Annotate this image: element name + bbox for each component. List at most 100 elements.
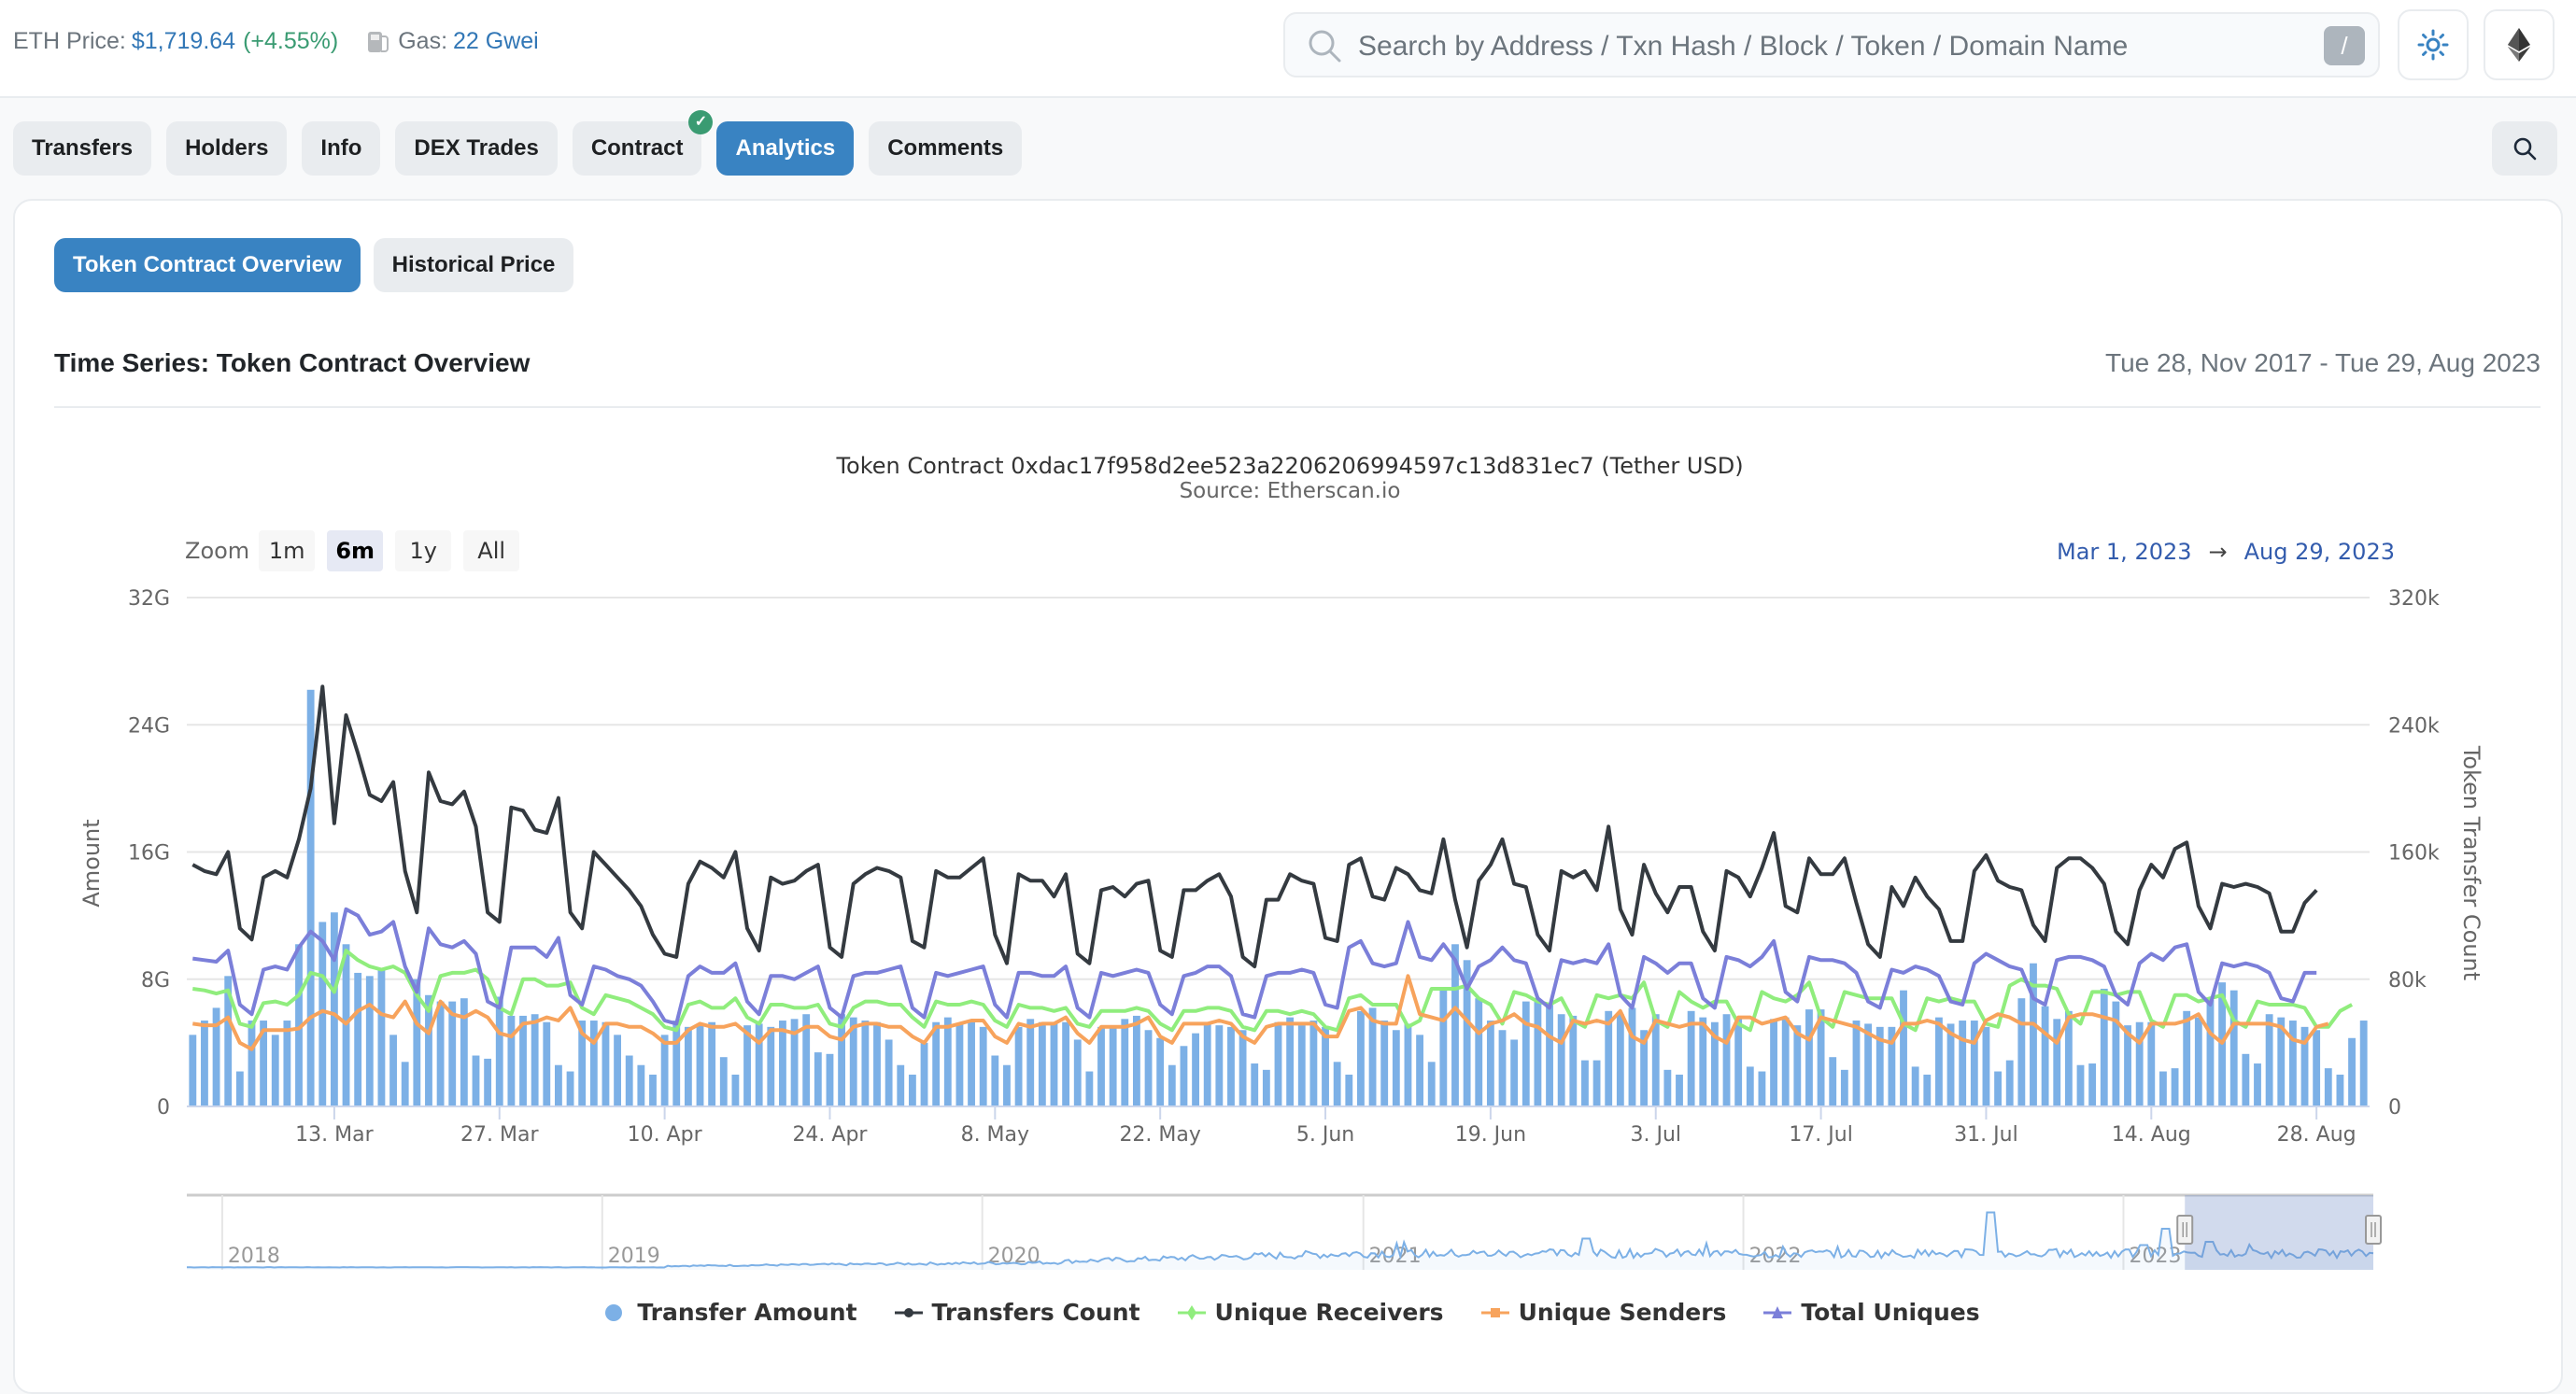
bar-transfer-amount bbox=[1935, 1017, 1943, 1106]
legend-line-circle-icon bbox=[894, 1307, 923, 1317]
bar-transfer-amount bbox=[1251, 1063, 1259, 1106]
y-right-tick-label: 80k bbox=[2388, 969, 2427, 993]
legend-transfers-count[interactable]: Transfers Count bbox=[894, 1299, 1140, 1326]
bar-transfer-amount bbox=[943, 1017, 952, 1106]
tab-comments[interactable]: Comments bbox=[869, 121, 1023, 176]
bar-transfer-amount bbox=[2076, 1064, 2085, 1106]
tab-search-button[interactable] bbox=[2492, 121, 2557, 176]
eth-price-change: (+4.55%) bbox=[243, 28, 339, 54]
bar-transfer-amount bbox=[1722, 1014, 1731, 1106]
bar-transfer-amount bbox=[531, 1014, 539, 1106]
bar-transfer-amount bbox=[1168, 1064, 1176, 1106]
bar-transfer-amount bbox=[1699, 1017, 1707, 1106]
bar-transfer-amount bbox=[271, 1035, 279, 1106]
bar-transfer-amount bbox=[472, 1055, 480, 1106]
theme-toggle-button[interactable] bbox=[2398, 9, 2469, 80]
tab-label: Contract bbox=[590, 135, 684, 161]
bar-transfer-amount bbox=[1203, 1023, 1211, 1106]
tab-dex-trades[interactable]: DEX Trades bbox=[395, 121, 558, 176]
legend-transfer-amount[interactable]: Transfer Amount bbox=[600, 1299, 857, 1326]
bar-transfer-amount bbox=[614, 1035, 621, 1106]
bar-transfer-amount bbox=[2324, 1068, 2332, 1106]
bar-transfer-amount bbox=[1392, 1030, 1400, 1106]
bar-transfer-amount bbox=[1852, 1021, 1861, 1106]
tab-analytics[interactable]: Analytics bbox=[716, 121, 855, 176]
bar-transfer-amount bbox=[1085, 1071, 1094, 1106]
bar-transfer-amount bbox=[814, 1052, 822, 1106]
legend-line-diamond-icon bbox=[1177, 1304, 1206, 1320]
bar-transfer-amount bbox=[1050, 1023, 1058, 1106]
legend-label: Total Uniques bbox=[1801, 1299, 1980, 1326]
bar-transfer-amount bbox=[1357, 1010, 1365, 1106]
bar-transfer-amount bbox=[1770, 1019, 1777, 1106]
y-left-tick-label: 0 bbox=[157, 1096, 170, 1119]
legend-label: Transfers Count bbox=[931, 1299, 1140, 1326]
navigator-left-handle[interactable] bbox=[2176, 1215, 2194, 1245]
bar-transfer-amount bbox=[1746, 1066, 1754, 1106]
bar-transfer-amount bbox=[377, 967, 386, 1106]
bar-transfer-amount bbox=[1097, 1026, 1105, 1106]
x-tick-label: 31. Jul bbox=[1954, 1123, 2018, 1147]
bar-transfer-amount bbox=[436, 1001, 445, 1106]
tab-holders[interactable]: Holders bbox=[166, 121, 288, 176]
tab-transfers[interactable]: Transfers bbox=[13, 121, 152, 176]
bar-transfer-amount bbox=[1322, 1026, 1329, 1106]
bar-transfer-amount bbox=[991, 1055, 999, 1106]
bar-transfer-amount bbox=[1062, 1021, 1070, 1106]
bar-transfer-amount bbox=[1805, 1009, 1813, 1106]
y-right-axis-title: Token Transfer Count bbox=[2458, 745, 2484, 980]
bar-transfer-amount bbox=[932, 1021, 941, 1106]
bar-transfer-amount bbox=[708, 1021, 716, 1106]
token-tabs: Transfers Holders Info DEX Trades Contra… bbox=[13, 110, 1023, 176]
navigator-selection[interactable] bbox=[2185, 1195, 2373, 1270]
x-tick-label: 17. Jul bbox=[1789, 1123, 1853, 1147]
tab-info[interactable]: Info bbox=[302, 121, 381, 176]
bar-transfer-amount bbox=[2254, 1063, 2261, 1106]
keyboard-shortcut-badge: / bbox=[2324, 26, 2365, 65]
bar-transfer-amount bbox=[755, 1023, 763, 1106]
legend-total-uniques[interactable]: Total Uniques bbox=[1763, 1299, 1980, 1326]
bar-transfer-amount bbox=[283, 1021, 291, 1106]
x-tick-label: 19. Jun bbox=[1455, 1123, 1526, 1147]
bar-transfer-amount bbox=[1676, 1074, 1683, 1106]
bar-transfer-amount bbox=[1534, 1001, 1542, 1106]
bar-transfer-amount bbox=[543, 1021, 551, 1106]
bar-transfer-amount bbox=[2359, 1021, 2368, 1106]
bar-transfer-amount bbox=[1144, 1030, 1153, 1106]
tab-label: DEX Trades bbox=[414, 135, 539, 161]
x-tick-label: 13. Mar bbox=[295, 1123, 374, 1147]
legend-unique-receivers[interactable]: Unique Receivers bbox=[1177, 1299, 1444, 1326]
network-button[interactable] bbox=[2484, 9, 2555, 80]
tab-contract[interactable]: Contract ✓ bbox=[572, 110, 714, 176]
navigator-right-handle[interactable] bbox=[2365, 1215, 2382, 1245]
bar-transfer-amount bbox=[1309, 1021, 1318, 1106]
time-series-chart: 0 0 8G 80k 16G 160k 24G 240k 32G 320k Amount Token … bbox=[78, 587, 2484, 1270]
navigator-year-label: 2018 bbox=[228, 1245, 280, 1268]
eth-price-value[interactable]: $1,719.64 bbox=[132, 28, 235, 55]
bar-transfer-amount bbox=[1073, 1039, 1082, 1106]
search-box[interactable]: / bbox=[1283, 12, 2380, 77]
bar-transfer-amount bbox=[1262, 1069, 1270, 1106]
gas-value[interactable]: 22 Gwei bbox=[453, 28, 539, 55]
top-bar: ETH Price: $1,719.64 (+4.55%) Gas: 22 Gw… bbox=[0, 0, 2576, 98]
legend-label: Unique Receivers bbox=[1214, 1299, 1444, 1326]
legend-unique-senders[interactable]: Unique Senders bbox=[1480, 1299, 1726, 1326]
bar-transfer-amount bbox=[2100, 988, 2108, 1106]
legend-line-square-icon bbox=[1480, 1307, 1509, 1317]
bar-transfer-amount bbox=[920, 1042, 928, 1106]
search-input[interactable] bbox=[1356, 23, 2294, 70]
sun-icon bbox=[2417, 29, 2449, 61]
bar-transfer-amount bbox=[1840, 1069, 1848, 1106]
x-tick-label: 3. Jul bbox=[1630, 1123, 1681, 1147]
bar-transfer-amount bbox=[566, 1071, 574, 1106]
bar-transfer-amount bbox=[519, 1015, 527, 1106]
bar-transfer-amount bbox=[1994, 1071, 2002, 1106]
bar-transfer-amount bbox=[507, 1015, 516, 1106]
navigator-year-label: 2019 bbox=[608, 1245, 660, 1268]
bar-transfer-amount bbox=[826, 1053, 834, 1106]
verified-check-icon: ✓ bbox=[688, 110, 714, 134]
bar-transfer-amount bbox=[2183, 1010, 2191, 1106]
bar-transfer-amount bbox=[1475, 998, 1483, 1106]
bar-transfer-amount bbox=[1286, 1017, 1295, 1106]
bar-transfer-amount bbox=[602, 1021, 610, 1106]
